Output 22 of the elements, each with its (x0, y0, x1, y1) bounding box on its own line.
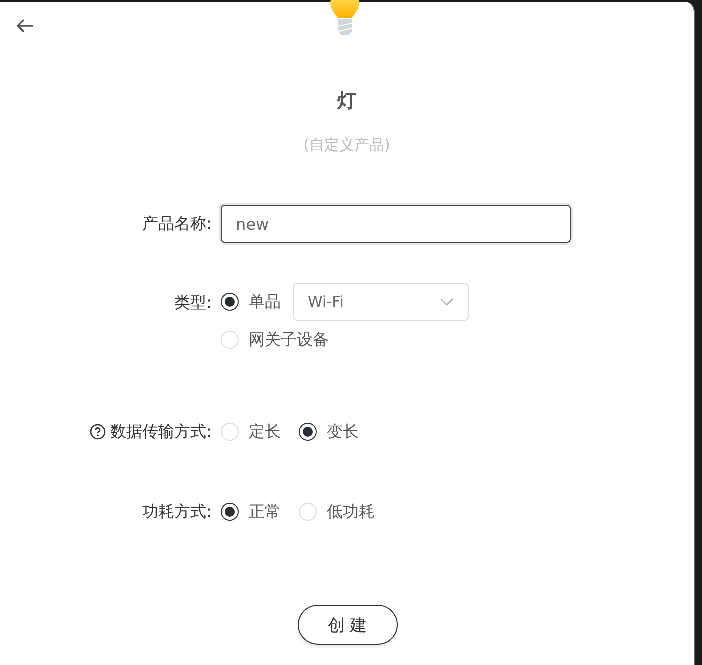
field-label: 功耗方式: (142, 501, 212, 523)
product-name-input[interactable]: new (221, 205, 571, 243)
protocol-select[interactable]: Wi-Fi (293, 283, 469, 321)
back-arrow-icon[interactable] (16, 18, 34, 34)
light-bulb-icon (328, 0, 362, 38)
radio-label: 网关子设备 (249, 329, 329, 351)
radio-label: 正常 (249, 501, 281, 523)
radio-button[interactable] (299, 423, 317, 441)
radio-label: 定长 (249, 421, 281, 443)
product-title: 灯 (336, 89, 358, 114)
field-label: 数据传输方式: (110, 421, 212, 443)
create-button[interactable]: 创 建 (298, 605, 398, 645)
radio-label: 低功耗 (327, 501, 375, 523)
radio-label: 单品 (249, 291, 281, 313)
field-label: 产品名称: (142, 213, 212, 235)
radio-button[interactable] (221, 503, 239, 521)
chevron-down-icon (440, 298, 454, 306)
radio-label: 变长 (327, 421, 359, 443)
product-subtitle: (自定义产品) (302, 136, 392, 155)
help-icon[interactable] (90, 424, 106, 440)
radio-button[interactable] (221, 293, 239, 311)
field-label: 类型: (174, 292, 212, 314)
